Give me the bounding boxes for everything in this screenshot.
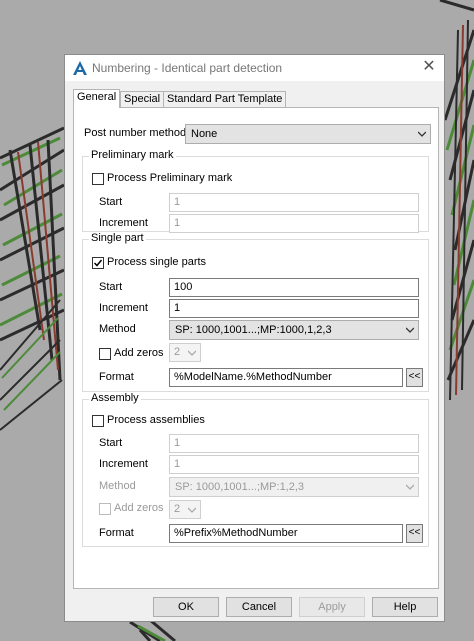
assembly-increment-label: Increment: [99, 458, 148, 470]
preliminary-mark-legend: Preliminary mark: [89, 149, 176, 161]
assembly-add-zeros-value: 2: [174, 503, 181, 515]
chevron-down-icon: [188, 507, 196, 513]
preliminary-start-label: Start: [99, 196, 123, 208]
help-button[interactable]: Help: [372, 597, 438, 617]
single-part-legend: Single part: [89, 232, 146, 244]
assembly-add-zeros-select[interactable]: 2: [169, 500, 201, 519]
preliminary-increment-field[interactable]: 1: [169, 214, 419, 233]
preliminary-increment-label: Increment: [99, 217, 148, 229]
post-number-method-value: None: [191, 128, 218, 140]
process-single-parts-label: Process single parts: [107, 256, 207, 268]
chevron-down-icon: [188, 350, 196, 356]
single-part-group: Single part Process single parts Start 1…: [82, 232, 429, 392]
single-add-zeros-value: 2: [174, 346, 181, 358]
process-preliminary-mark-label: Process Preliminary mark: [107, 172, 233, 184]
assembly-method-value: SP: 1000,1001...;MP:1,2,3: [175, 481, 305, 493]
dialog-title: Numbering - Identical part detection: [92, 61, 283, 75]
checkmark-icon: [93, 259, 103, 267]
tab-special[interactable]: Special: [120, 91, 165, 107]
single-method-label: Method: [99, 323, 136, 335]
cancel-button[interactable]: Cancel: [226, 597, 292, 617]
apply-button[interactable]: Apply: [299, 597, 365, 617]
autocad-logo-icon: [73, 61, 87, 75]
chevron-down-icon: [406, 484, 414, 490]
post-number-method-label: Post number method: [84, 127, 187, 139]
tab-general[interactable]: General: [73, 89, 121, 108]
preliminary-mark-group: Preliminary mark Process Preliminary mar…: [82, 149, 429, 233]
single-increment-field[interactable]: 1: [169, 299, 419, 318]
assembly-group: Assembly Process assemblies Start 1 Incr…: [82, 392, 429, 547]
assembly-format-field[interactable]: %Prefix%MethodNumber: [169, 524, 403, 543]
process-assemblies-checkbox[interactable]: [92, 415, 104, 427]
single-method-value: SP: 1000,1001...;MP:1000,1,2,3: [175, 324, 332, 336]
single-format-label: Format: [99, 371, 134, 383]
single-format-insert-button[interactable]: <<: [406, 368, 423, 387]
single-add-zeros-label: Add zeros: [114, 347, 164, 359]
chevron-down-icon: [406, 327, 414, 333]
assembly-increment-field[interactable]: 1: [169, 455, 419, 474]
process-preliminary-mark-checkbox[interactable]: [92, 173, 104, 185]
preliminary-start-field[interactable]: 1: [169, 193, 419, 212]
process-assemblies-label: Process assemblies: [107, 414, 205, 426]
single-method-select[interactable]: SP: 1000,1001...;MP:1000,1,2,3: [169, 320, 419, 340]
title-bar[interactable]: Numbering - Identical part detection ✕: [65, 55, 444, 81]
assembly-start-field[interactable]: 1: [169, 434, 419, 453]
assembly-method-label: Method: [99, 480, 136, 492]
single-increment-label: Increment: [99, 302, 148, 314]
chevron-down-icon: [418, 131, 426, 137]
tab-standard-part-template[interactable]: Standard Part Template: [163, 91, 287, 107]
single-add-zeros-checkbox[interactable]: [99, 348, 111, 360]
post-number-method-select[interactable]: None: [185, 124, 431, 144]
assembly-method-select[interactable]: SP: 1000,1001...;MP:1,2,3: [169, 477, 419, 497]
single-format-field[interactable]: %ModelName.%MethodNumber: [169, 368, 403, 387]
ok-button[interactable]: OK: [153, 597, 219, 617]
process-single-parts-checkbox[interactable]: [92, 257, 104, 269]
numbering-dialog: Numbering - Identical part detection ✕ G…: [64, 54, 445, 622]
assembly-add-zeros-label: Add zeros: [114, 502, 164, 514]
assembly-add-zeros-checkbox[interactable]: [99, 503, 111, 515]
single-start-label: Start: [99, 281, 123, 293]
single-start-field[interactable]: 100: [169, 278, 419, 297]
close-icon[interactable]: ✕: [420, 58, 438, 76]
single-add-zeros-select[interactable]: 2: [169, 343, 201, 362]
assembly-format-insert-button[interactable]: <<: [406, 524, 423, 543]
assembly-format-label: Format: [99, 527, 134, 539]
assembly-legend: Assembly: [89, 392, 141, 404]
assembly-start-label: Start: [99, 437, 123, 449]
general-tab-panel: Post number method None Preliminary mark…: [73, 107, 439, 589]
